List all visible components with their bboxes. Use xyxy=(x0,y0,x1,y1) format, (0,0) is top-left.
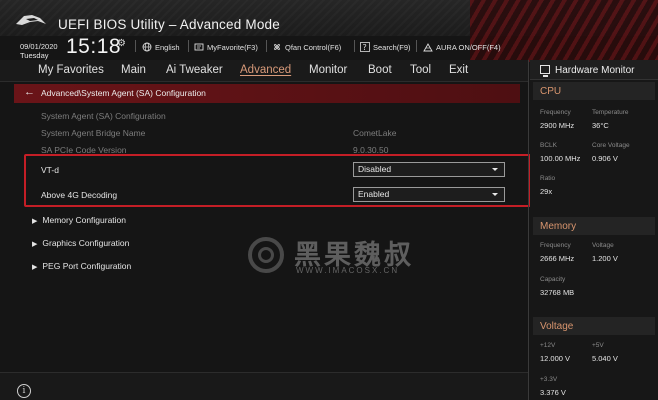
submenu-label: Graphics Configuration xyxy=(42,238,130,248)
menu-tool[interactable]: Tool xyxy=(410,64,431,76)
decorative-stripes xyxy=(470,0,658,62)
aura-label: AURA ON/OFF(F4) xyxy=(436,42,501,52)
v33-label: +3.3V xyxy=(540,376,558,383)
core-voltage-label: Core Voltage xyxy=(592,142,630,149)
cpu-heading: CPU xyxy=(540,86,562,97)
chevron-right-icon: ▶ xyxy=(32,264,38,271)
back-arrow-icon[interactable]: ← xyxy=(24,86,35,98)
submenu-memory-configuration[interactable]: ▶ Memory Configuration xyxy=(32,215,126,225)
panel-divider xyxy=(528,60,529,400)
search-button[interactable]: ? Search(F9) xyxy=(360,42,411,52)
memory-voltage-label: Voltage xyxy=(592,242,614,249)
capacity-value: 32768 MB xyxy=(540,288,575,297)
day-text: Tuesday xyxy=(20,51,49,60)
svg-text:?: ? xyxy=(363,43,367,52)
info-row-value: CometLake xyxy=(353,128,397,138)
app-title: UEFI BIOS Utility – Advanced Mode xyxy=(58,17,280,32)
cpu-temperature-label: Temperature xyxy=(592,109,629,116)
bclk-label: BCLK xyxy=(540,142,557,149)
search-label: Search(F9) xyxy=(373,42,411,52)
watermark-logo-inner xyxy=(258,247,274,263)
vt-d-select[interactable]: Disabled xyxy=(353,162,505,177)
memory-frequency-value: 2666 MHz xyxy=(540,254,575,263)
above-4g-decoding-label: Above 4G Decoding xyxy=(41,190,118,200)
aura-button[interactable]: AURA ON/OFF(F4) xyxy=(423,42,501,52)
above-4g-decoding-value: Enabled xyxy=(358,189,390,199)
core-voltage-value: 0.906 V xyxy=(592,154,618,163)
submenu-peg-port-configuration[interactable]: ▶ PEG Port Configuration xyxy=(32,261,131,271)
watermark-url: WWW.IMACOSX.CN xyxy=(296,266,400,275)
menu-my-favorites[interactable]: My Favorites xyxy=(38,64,104,76)
section-header: System Agent (SA) Configuration xyxy=(41,111,166,121)
v5-label: +5V xyxy=(592,342,604,349)
vt-d-label: VT-d xyxy=(41,165,59,175)
info-row-label: System Agent Bridge Name xyxy=(41,128,146,138)
memory-heading: Memory xyxy=(540,221,577,232)
divider xyxy=(266,40,267,52)
submenu-graphics-configuration[interactable]: ▶ Graphics Configuration xyxy=(32,238,129,248)
cpu-frequency-value: 2900 MHz xyxy=(540,121,575,130)
chevron-right-icon: ▶ xyxy=(32,241,38,248)
ratio-label: Ratio xyxy=(540,175,556,182)
language-button[interactable]: English xyxy=(142,42,180,52)
menu-exit[interactable]: Exit xyxy=(449,64,468,76)
voltage-heading: Voltage xyxy=(540,321,574,332)
qfan-button[interactable]: Qfan Control(F6) xyxy=(272,42,341,52)
fan-icon xyxy=(274,44,280,50)
v5-value: 5.040 V xyxy=(592,354,618,363)
v12-label: +12V xyxy=(540,342,556,349)
aura-icon xyxy=(423,43,433,52)
divider xyxy=(135,40,136,52)
menu-boot[interactable]: Boot xyxy=(368,64,392,76)
info-icon: i xyxy=(17,384,31,398)
submenu-label: PEG Port Configuration xyxy=(42,261,132,271)
chevron-down-icon xyxy=(492,193,498,196)
cpu-frequency-label: Frequency xyxy=(540,109,571,116)
cpu-temperature-value: 36°C xyxy=(592,121,609,130)
memory-frequency-label: Frequency xyxy=(540,242,571,249)
myfavorite-label: MyFavorite(F3) xyxy=(207,42,258,52)
submenu-label: Memory Configuration xyxy=(42,215,127,225)
divider xyxy=(416,40,417,52)
date-text: 09/01/2020 xyxy=(20,42,58,51)
v33-value: 3.376 V xyxy=(540,388,566,397)
chevron-down-icon xyxy=(492,168,498,171)
breadcrumb-text: Advanced\System Agent (SA) Configuration xyxy=(41,88,206,98)
memory-voltage-value: 1.200 V xyxy=(592,254,618,263)
help-bar xyxy=(0,372,528,400)
language-label: English xyxy=(155,42,180,52)
search-icon: ? xyxy=(360,42,370,52)
capacity-label: Capacity xyxy=(540,276,566,283)
menu-ai-tweaker[interactable]: Ai Tweaker xyxy=(166,64,223,76)
divider xyxy=(188,40,189,52)
gear-icon[interactable]: ⚙ xyxy=(117,38,126,49)
menu-monitor[interactable]: Monitor xyxy=(309,64,347,76)
monitor-icon xyxy=(540,65,550,77)
favorite-icon xyxy=(194,43,204,51)
chevron-right-icon: ▶ xyxy=(32,218,38,225)
bclk-value: 100.00 MHz xyxy=(540,154,581,163)
hardware-monitor-title: Hardware Monitor xyxy=(555,65,635,76)
time-display: 15:18 xyxy=(66,35,122,58)
v12-value: 12.000 V xyxy=(540,354,571,363)
divider xyxy=(354,40,355,52)
qfan-label: Qfan Control(F6) xyxy=(285,42,342,52)
above-4g-decoding-select[interactable]: Enabled xyxy=(353,187,505,202)
rog-logo-icon xyxy=(16,15,46,25)
ratio-value: 29x xyxy=(540,187,553,196)
vt-d-value: Disabled xyxy=(358,164,392,174)
globe-icon xyxy=(142,42,152,52)
myfavorite-button[interactable]: MyFavorite(F3) xyxy=(194,42,258,52)
menu-advanced[interactable]: Advanced xyxy=(240,64,291,76)
date-display: 09/01/2020 Tuesday xyxy=(20,42,58,60)
menu-main[interactable]: Main xyxy=(121,64,146,76)
